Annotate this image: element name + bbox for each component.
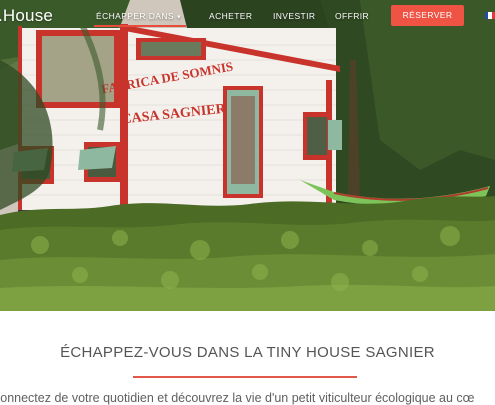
tiny-house-photo: FABRICA DE SOMNIS CASA SAGNIER [0,0,495,311]
title-divider [133,376,357,378]
tiny-house: FABRICA DE SOMNIS CASA SAGNIER [12,24,342,220]
intro-text: connectez de votre quotidien et découvre… [0,391,475,405]
french-flag-icon[interactable] [485,12,495,19]
chevron-down-icon: ▾ [176,14,181,21]
intro-title: ÉCHAPPEZ-VOUS DANS LA TINY HOUSE SAGNIER [60,344,435,361]
nav-item-echapper-dans[interactable]: ÉCHAPPER DANS ▾ [96,11,181,21]
nav-item-acheter[interactable]: ACHETER [209,11,252,21]
intro-section: ÉCHAPPEZ-VOUS DANS LA TINY HOUSE SAGNIER… [0,311,495,405]
active-nav-indicator [94,25,186,27]
top-navigation: .House ÉCHAPPER DANS ▾ ACHETER INVESTIR O… [0,0,495,34]
reserve-button[interactable]: RÉSERVER [391,5,464,26]
brand-logo[interactable]: .House [0,6,53,26]
nav-item-label: ÉCHAPPER DANS [96,11,174,21]
nav-item-offrir[interactable]: OFFRIR [335,11,369,21]
nav-item-investir[interactable]: INVESTIR [273,11,315,21]
hero-image: FABRICA DE SOMNIS CASA SAGNIER [0,0,495,311]
